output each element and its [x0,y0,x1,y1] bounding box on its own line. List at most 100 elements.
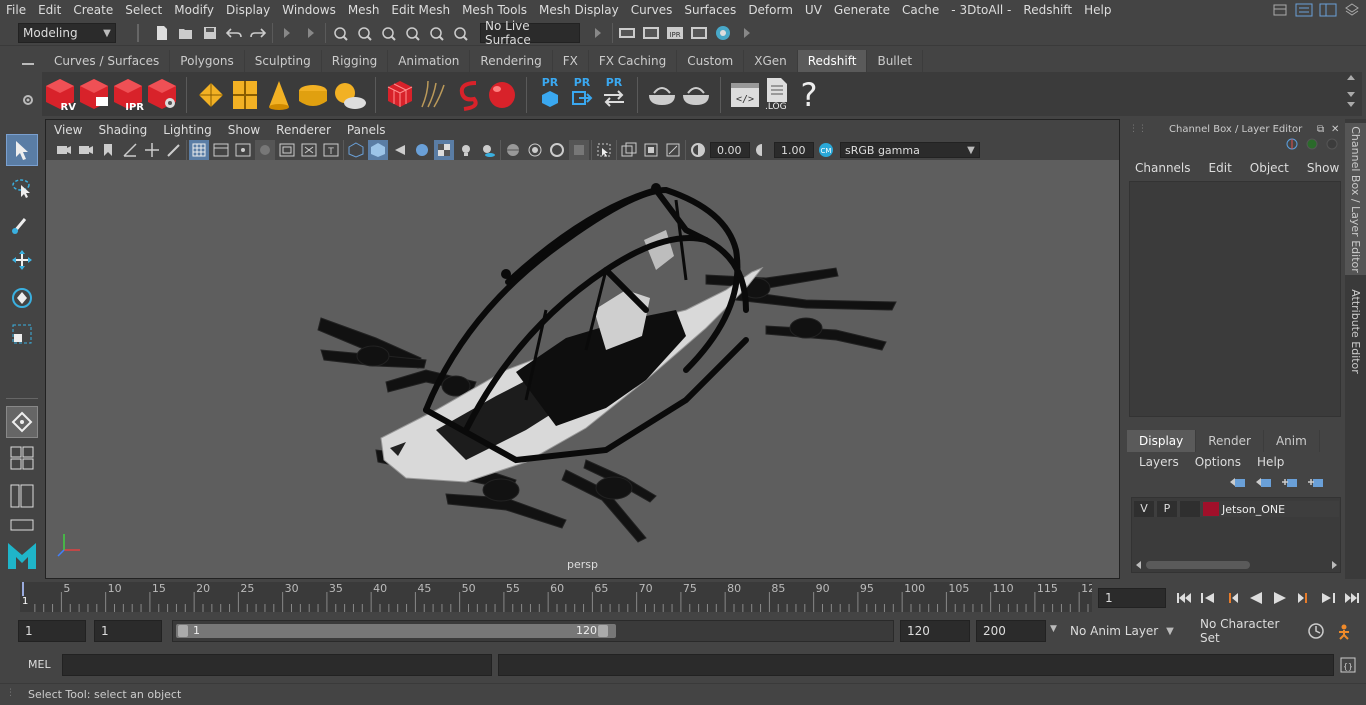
layer-menu-item[interactable]: Layers [1139,455,1179,469]
viewport-menu-item[interactable]: Show [220,123,268,137]
lasso-tool-icon[interactable] [6,172,38,204]
channel-box-menu-item[interactable]: Channels [1135,161,1191,175]
layer-scrollbar[interactable] [1134,559,1339,571]
rs-sphere-button[interactable] [486,77,518,113]
bake-options-button[interactable] [680,77,712,113]
step-forward-key-icon[interactable] [1318,588,1338,608]
layer-playback-toggle[interactable]: P [1157,501,1177,517]
color-management-icon[interactable]: CM [816,140,836,160]
animation-prefs-icon[interactable] [1334,621,1354,641]
viewport-menu-item[interactable]: Renderer [268,123,339,137]
script-editor-button[interactable]: </> [729,77,761,113]
anti-alias-icon[interactable] [547,140,567,160]
tab-channel-box[interactable]: Channel Box / Layer Editor [1345,123,1366,275]
manipulator-icon[interactable] [1285,137,1299,151]
gear-icon[interactable] [18,90,38,110]
step-back-frame-icon[interactable] [1222,588,1242,608]
snap-curve-icon[interactable] [354,23,374,43]
field-chart-icon[interactable] [277,140,297,160]
motion-blur-icon[interactable] [525,140,545,160]
range-handle-start[interactable] [178,625,188,637]
menu-item[interactable]: Edit [32,0,67,20]
expand-arrow-icon[interactable] [737,23,757,43]
layer-menu-item[interactable]: Help [1257,455,1284,469]
channel-box-menu-item[interactable]: Show [1307,161,1339,175]
animation-start-field[interactable]: 1 [18,620,86,642]
save-scene-icon[interactable] [200,23,220,43]
color-space-dropdown[interactable]: sRGB gamma ▼ [840,142,980,158]
bake-button[interactable] [646,77,678,113]
layer-tab[interactable]: Anim [1263,430,1320,452]
script-language-label[interactable]: MEL [28,658,51,671]
render-frame-icon[interactable] [641,23,661,43]
snap-vertex-icon[interactable] [450,23,470,43]
xray-active-icon[interactable] [641,140,661,160]
shelf-tab[interactable]: XGen [744,50,798,72]
jetson-one-model[interactable] [46,160,1119,578]
new-scene-icon[interactable] [152,23,172,43]
shelf-tab[interactable]: Sculpting [244,50,322,72]
float-panel-icon[interactable]: ⧉ [1317,124,1324,135]
render-settings-icon[interactable] [617,23,637,43]
rs-render-view-button[interactable]: RV [44,77,76,113]
menu-item[interactable]: Edit Mesh [385,0,456,20]
new-layer-icon[interactable] [1281,475,1299,489]
resolution-gate-icon[interactable] [233,140,253,160]
new-layer-from-selected-icon[interactable] [1307,475,1325,489]
render-view-icon[interactable] [689,23,709,43]
exposure-icon[interactable] [688,140,708,160]
range-slider[interactable]: 1 120 [172,620,894,642]
shelf-tab[interactable]: Custom [677,50,745,72]
speed-icon[interactable] [1305,137,1319,151]
four-view-layout-icon[interactable] [6,442,38,474]
menu-item[interactable]: Deform [742,0,799,20]
playback-start-field[interactable]: 1 [94,620,162,642]
menu-item[interactable]: Mesh Display [533,0,625,20]
ambient-occlusion-icon[interactable] [503,140,523,160]
shelf-tab[interactable]: Rendering [470,50,553,72]
viewport-menu-item[interactable]: Shading [90,123,155,137]
expand-arrow-icon[interactable] [277,23,297,43]
rs-hair-button[interactable] [418,77,450,113]
exposure-field[interactable]: 0.00 [710,142,750,158]
close-icon[interactable]: ✕ [1331,124,1339,135]
shelf-tab[interactable]: Bullet [867,50,924,72]
shelf-tab[interactable]: FX [552,50,589,72]
camera-select-icon[interactable] [54,140,74,160]
gate-mask-icon[interactable] [255,140,275,160]
rs-light-button[interactable] [195,77,227,113]
current-frame-field[interactable]: 1 [1098,588,1166,608]
hypershade-icon[interactable] [713,23,733,43]
rs-volume-button[interactable] [452,77,484,113]
channel-box-menu-item[interactable]: Edit [1209,161,1232,175]
expand-arrow-icon[interactable] [588,23,608,43]
snap-surface-icon[interactable] [426,23,446,43]
xray-icon[interactable] [619,140,639,160]
live-surface-field[interactable]: No Live Surface [480,19,580,47]
open-scene-icon[interactable] [176,23,196,43]
viewport-menu-item[interactable]: View [46,123,90,137]
camera-attrs-icon[interactable] [76,140,96,160]
menu-item[interactable]: - 3DtoAll - [945,0,1017,20]
viewport-menu-item[interactable]: Panels [339,123,394,137]
rs-batch-render-button[interactable] [78,77,110,113]
layout-list-icon[interactable] [1294,0,1314,20]
safe-title-icon[interactable]: T [321,140,341,160]
mode-dropdown[interactable]: Modeling ▼ [18,23,116,43]
undo-icon[interactable] [224,23,244,43]
time-slider[interactable]: 5 10 15 20 25 30 35 40 45 50 55 60 65 70 75 80 85 90 95 100… [0,580,1366,614]
layer-name[interactable]: Jetson_ONE [1222,503,1285,516]
expand-arrow-icon[interactable] [301,23,321,43]
layer-color-swatch[interactable] [1203,502,1219,516]
film-gate-icon[interactable] [211,140,231,160]
shelf-tab[interactable]: Curves / Surfaces [44,50,171,72]
menu-item[interactable]: UV [799,0,828,20]
shelf-tab[interactable]: FX Caching [588,50,678,72]
layer-menu-item[interactable]: Options [1195,455,1241,469]
menu-item[interactable]: Redshift [1017,0,1078,20]
rotate-tool-icon[interactable] [6,282,38,314]
xray-joints-icon[interactable] [663,140,683,160]
menu-item[interactable]: Select [119,0,168,20]
layer-tab[interactable]: Display [1127,430,1197,452]
step-forward-frame-icon[interactable] [1294,588,1314,608]
